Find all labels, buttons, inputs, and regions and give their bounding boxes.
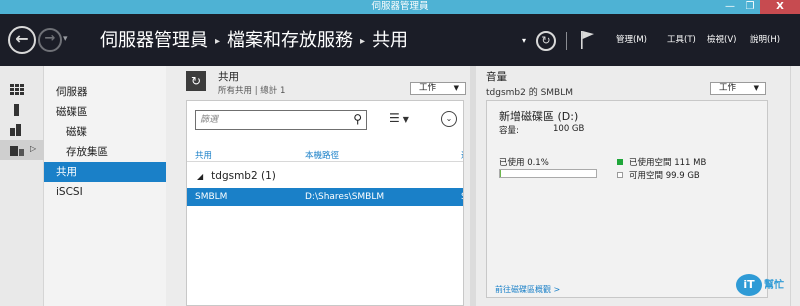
refresh-icon[interactable]: ↻ (536, 31, 556, 51)
shares-panel: ↻ 共用 所有共用 | 總計 1 工作 ▼ ⚲ ☰▼ ⌄ 共用 本機路徑 通 ◢… (182, 66, 468, 306)
column-header-protocol[interactable]: 通 (461, 149, 463, 161)
dropdown-arrow-icon: ▼ (402, 115, 409, 124)
breadcrumb-item-server-manager[interactable]: 伺服器管理員 (100, 30, 208, 51)
breadcrumb-item-file-storage[interactable]: 檔案和存放服務 (227, 30, 353, 51)
expand-chevron-icon[interactable]: ▷ (30, 144, 36, 153)
vertical-scrollbar[interactable] (790, 66, 800, 306)
legend-free: 可用空間 99.9 GB (617, 169, 700, 181)
shares-tasks-dropdown[interactable]: 工作 ▼ (410, 82, 466, 95)
back-button[interactable]: ← (8, 26, 36, 54)
usage-bar (499, 169, 597, 178)
protocol-cell: S (461, 188, 463, 206)
volume-panel: 音量 tdgsmb2 的 SMBLM 工作 ▼ 新增磁碟區 (D:) 容量: 1… (478, 66, 800, 306)
used-space-swatch (617, 159, 623, 165)
header-divider (566, 32, 567, 50)
breadcrumb: 伺服器管理員 ▸ 檔案和存放服務 ▸ 共用 (100, 27, 408, 55)
legend-used: 已使用空間 111 MB (617, 156, 706, 168)
header-divider (187, 161, 463, 162)
breadcrumb-dropdown-icon[interactable]: ▾ (522, 36, 526, 45)
server-manager-window: 伺服器管理員 — ❐ X ← → ▾ 伺服器管理員 ▸ 檔案和存放服務 ▸ 共用 ▾ ↻… (0, 0, 800, 306)
minimize-button[interactable]: — (720, 0, 740, 14)
shares-panel-title: 共用 (218, 71, 239, 83)
nav-item-storage-pools[interactable]: 存放集區 (44, 142, 166, 162)
menu-tools[interactable]: 工具(T) (667, 14, 696, 66)
local-path-cell: D:\Shares\SMBLM (305, 192, 385, 202)
close-button[interactable]: X (760, 0, 800, 14)
sidebar-icon-local-server[interactable] (0, 100, 44, 120)
column-header-local-path[interactable]: 本機路徑 (305, 149, 339, 161)
capacity-value: 100 GB (553, 124, 585, 134)
breadcrumb-separator-icon: ▸ (360, 36, 366, 47)
breadcrumb-item-shares[interactable]: 共用 (372, 30, 408, 51)
menu-view[interactable]: 檢視(V) (707, 14, 736, 66)
list-options-icon: ☰ (389, 111, 400, 125)
table-row[interactable]: SMBLM D:\Shares\SMBLM S (187, 188, 463, 206)
title-bar: 伺服器管理員 — ❐ X (0, 0, 800, 14)
column-header-share[interactable]: 共用 (195, 149, 212, 161)
sidebar-icon-file-storage[interactable]: ▷ (0, 140, 44, 160)
servers-icon (10, 84, 24, 95)
nav-item-iscsi[interactable]: iSCSI (44, 182, 166, 202)
capacity-label: 容量: (499, 126, 519, 136)
shares-icon: ↻ (186, 71, 206, 91)
dropdown-arrow-icon: ▼ (453, 84, 459, 92)
server-icon (14, 104, 19, 116)
nav-item-shares[interactable]: 共用 (44, 162, 166, 182)
volume-tasks-label: 工作 (719, 83, 737, 93)
sidebar-icon-dashboard[interactable] (0, 80, 44, 100)
expand-collapse-icon[interactable]: ⌄ (441, 111, 457, 127)
server-group-label: tdgsmb2 (1) (211, 170, 276, 182)
dropdown-arrow-icon: ▼ (753, 84, 759, 92)
breadcrumb-separator-icon: ▸ (215, 36, 221, 47)
go-to-volume-overview-link[interactable]: 前往磁碟區概觀 > (495, 284, 560, 295)
legend-free-label: 可用空間 99.9 GB (629, 171, 700, 181)
icon-sidebar: ▷ (0, 66, 44, 306)
used-percent-label: 已使用 0.1% (499, 158, 549, 168)
nav-item-servers[interactable]: 伺服器 (44, 82, 166, 102)
server-group[interactable]: ◢ tdgsmb2 (1) (197, 170, 276, 182)
storage-pools-icon (10, 146, 24, 156)
legend-used-label: 已使用空間 111 MB (629, 158, 707, 168)
volumes-icon (10, 124, 21, 136)
volume-name: 新增磁碟區 (D:) (499, 110, 579, 123)
free-space-swatch (617, 172, 623, 178)
panel-splitter[interactable] (470, 66, 476, 306)
logo-text: 幫忙 (764, 280, 784, 291)
share-name-cell: SMBLM (195, 192, 228, 202)
collapse-triangle-icon[interactable]: ◢ (197, 172, 203, 181)
nav-tree: 伺服器 磁碟區 磁碟 存放集區 共用 iSCSI (44, 66, 166, 306)
usage-bar-fill (500, 170, 501, 177)
history-dropdown-icon[interactable]: ▾ (63, 34, 68, 44)
shares-list: ⚲ ☰▼ ⌄ 共用 本機路徑 通 ◢ tdgsmb2 (1) SMBLM D:\S… (186, 100, 464, 306)
list-options-button[interactable]: ☰ ▼ (389, 111, 419, 129)
maximize-button[interactable]: ❐ (740, 0, 760, 14)
logo-badge: iT (736, 274, 762, 296)
search-icon[interactable]: ⚲ (353, 112, 362, 126)
notifications-flag-icon[interactable] (578, 30, 596, 50)
volume-tasks-dropdown[interactable]: 工作 ▼ (710, 82, 766, 95)
shares-panel-subtitle: 所有共用 | 總計 1 (218, 86, 286, 96)
header-bar: ← → ▾ 伺服器管理員 ▸ 檔案和存放服務 ▸ 共用 ▾ ↻ 管理(M) 工具(T) … (0, 14, 800, 66)
volume-panel-title: 音量 (486, 71, 507, 83)
volume-details: 新增磁碟區 (D:) 容量: 100 GB 已使用 0.1% 已使用空間 111… (486, 100, 768, 298)
forward-button[interactable]: → (38, 28, 62, 52)
sidebar-icon-all-servers[interactable] (0, 120, 44, 140)
menu-manage[interactable]: 管理(M) (616, 14, 647, 66)
volume-panel-subtitle: tdgsmb2 的 SMBLM (486, 88, 574, 98)
ithome-logo: iT 幫忙 (736, 272, 794, 300)
menu-help[interactable]: 說明(H) (750, 14, 780, 66)
shares-panel-header: ↻ 共用 所有共用 | 總計 1 工作 ▼ (182, 66, 468, 100)
filter-input[interactable] (200, 113, 340, 127)
shares-tasks-label: 工作 (419, 83, 437, 93)
nav-item-disks[interactable]: 磁碟 (44, 122, 166, 142)
nav-item-volumes[interactable]: 磁碟區 (44, 102, 166, 122)
window-title: 伺服器管理員 (371, 1, 429, 12)
filter-box: ⚲ (195, 110, 367, 130)
